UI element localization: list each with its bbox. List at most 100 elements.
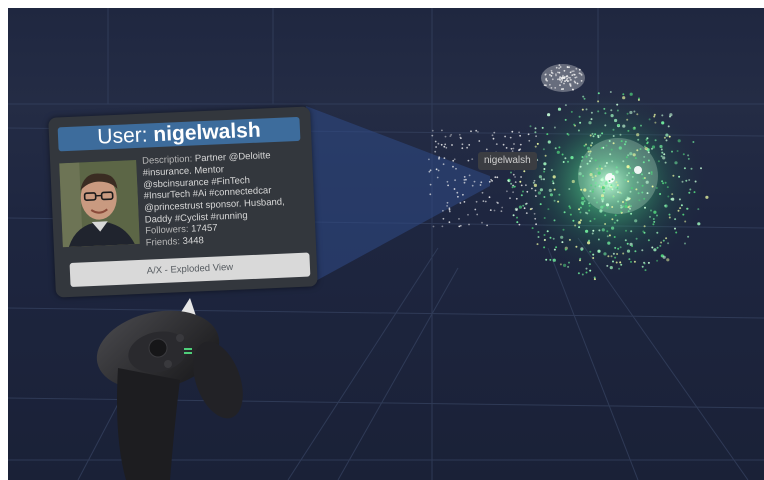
graph-node [475,129,478,132]
graph-node [610,184,613,187]
graph-node [611,206,614,208]
graph-node [614,118,618,123]
graph-node [674,227,676,230]
graph-node [580,159,583,162]
graph-node [629,92,633,96]
graph-node [500,210,503,213]
graph-node [598,229,601,232]
graph-node [456,191,459,194]
graph-node [540,178,543,181]
graph-node [652,218,655,220]
graph-node [663,136,666,139]
graph-node [570,156,574,160]
graph-node [448,210,451,213]
graph-node [646,137,649,140]
graph-node [629,152,633,156]
graph-node [594,175,597,177]
graph-node [573,123,576,126]
graph-node [549,193,554,197]
graph-node [643,262,646,265]
graph-node [646,141,649,144]
graph-node [588,202,590,205]
graph-node [531,207,533,210]
graph-node [661,114,664,117]
graph-node [593,278,596,281]
graph-node [480,181,483,184]
graph-node [641,184,644,187]
graph-node [552,237,555,240]
graph-node [600,147,603,150]
graph-node [632,153,636,157]
graph-node [506,190,508,193]
graph-node [667,242,670,245]
graph-node [428,158,430,161]
graph-node [592,188,595,191]
graph-node [535,195,537,198]
graph-node [662,156,666,160]
graph-node [429,169,432,172]
graph-node [686,207,688,210]
graph-node [643,231,646,234]
graph-node [512,191,514,194]
graph-node [581,108,584,111]
graph-node [534,131,537,134]
graph-node [641,191,644,194]
graph-node [651,145,656,149]
graph-node [581,196,585,200]
graph-node [616,187,619,190]
graph-node [599,209,603,213]
graph-node [546,133,549,136]
graph-node [585,271,588,274]
graph-node [542,148,545,151]
graph-node [612,252,615,255]
graph-node [511,130,514,133]
exploded-view-button[interactable]: A/X - Exploded View [69,252,311,287]
graph-node [467,159,470,162]
graph-node [467,213,469,216]
graph-node [543,234,546,236]
graph-node [636,113,639,116]
graph-node [575,245,578,248]
graph-node [594,182,597,184]
graph-node [630,230,633,233]
graph-node [582,95,585,98]
graph-node [548,188,552,192]
graph-node [630,187,633,190]
graph-node [671,193,674,196]
graph-node [583,97,586,100]
graph-node [625,156,628,159]
graph-node [437,169,440,172]
graph-node [585,267,588,270]
graph-node [552,182,555,185]
graph-node [617,247,620,250]
graph-node [604,214,607,217]
graph-node [613,236,616,238]
graph-node [435,146,437,148]
graph-node [568,188,571,190]
graph-node [558,193,561,196]
graph-node [537,231,540,233]
graph-node [656,231,659,234]
graph-node [502,143,505,146]
graph-node [519,148,522,151]
graph-node [543,168,546,170]
graph-node [591,142,594,144]
graph-node [438,157,440,160]
graph-node [476,213,479,216]
graph-node [588,204,591,207]
graph-node-label[interactable]: nigelwalsh [478,152,537,170]
graph-node [601,186,605,190]
graph-node [664,204,668,208]
vr-controller-icon [96,298,243,480]
graph-node [534,217,537,220]
graph-node [659,144,663,149]
graph-node [614,246,617,249]
graph-node [527,133,530,136]
graph-node [616,103,619,106]
graph-node [445,146,448,149]
graph-node [647,239,650,242]
graph-node [592,135,595,138]
user-avatar [59,160,140,248]
graph-node [459,136,462,139]
graph-node [677,139,681,143]
